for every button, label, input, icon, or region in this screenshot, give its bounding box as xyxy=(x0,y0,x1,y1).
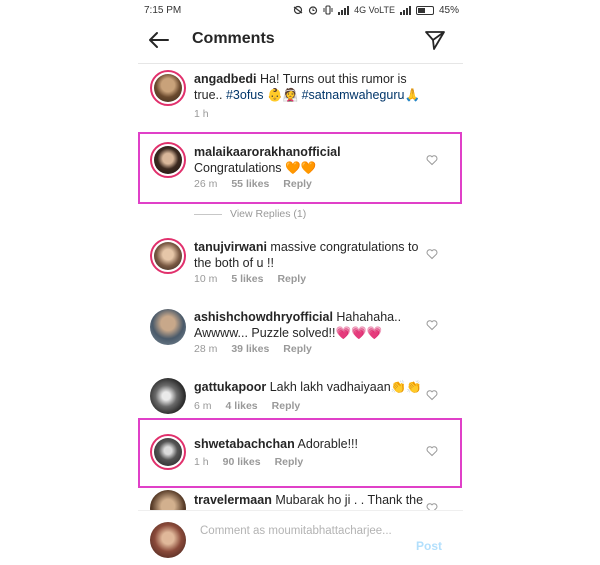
sync-icon xyxy=(293,5,303,15)
reply-button[interactable]: Reply xyxy=(277,273,306,285)
comment-time: 28 m xyxy=(194,343,218,355)
battery-icon xyxy=(415,5,434,15)
avatar[interactable] xyxy=(150,378,186,414)
comment-meta: 28 m 39 likes Reply xyxy=(194,343,312,355)
vibrate-icon xyxy=(323,5,333,15)
replies-line xyxy=(194,213,222,215)
comment-likes[interactable]: 4 likes xyxy=(226,400,258,412)
reply-button[interactable]: Reply xyxy=(283,343,312,355)
hashtag-link[interactable]: #3ofus xyxy=(226,88,264,102)
comment-likes[interactable]: 39 likes xyxy=(231,343,269,355)
comment-meta: 1 h xyxy=(194,108,209,120)
comment-meta: 6 m 4 likes Reply xyxy=(194,400,300,412)
page-title: Comments xyxy=(192,30,275,47)
avatar[interactable] xyxy=(150,238,186,274)
heart-icon[interactable] xyxy=(426,502,438,510)
signal-icon-2 xyxy=(399,5,411,15)
post-button[interactable]: Post xyxy=(416,539,442,553)
comment-username[interactable]: tanujvirwani xyxy=(194,240,267,254)
network-label: 4G VoLTE xyxy=(354,5,395,15)
user-avatar xyxy=(150,522,186,558)
battery-percent: 45% xyxy=(438,4,459,16)
comment-username[interactable]: angadbedi xyxy=(194,72,257,86)
avatar[interactable] xyxy=(150,309,186,345)
send-direct-icon[interactable] xyxy=(423,28,447,52)
comment-emoji: 🙏 xyxy=(404,88,421,102)
comments-header: Comments xyxy=(138,20,463,60)
comment-compose-bar: Comment as moumitabhattacharjee... Post xyxy=(138,510,463,565)
comment-username[interactable]: gattukapoor xyxy=(194,380,266,394)
comment-body: Mubarak ho ji . . Thank the xyxy=(275,493,424,507)
comment-text: gattukapoor Lakh lakh vadhaiyaan👏👏 xyxy=(194,379,433,395)
comment-item: tanujvirwani massive congratulations to … xyxy=(138,238,463,290)
comment-input[interactable]: Comment as moumitabhattacharjee... xyxy=(200,524,400,539)
reply-button[interactable]: Reply xyxy=(272,400,301,412)
comment-time: 6 m xyxy=(194,400,212,412)
comment-text: travelermaan Mubarak ho ji . . Thank the xyxy=(194,492,433,508)
comment-item: gattukapoor Lakh lakh vadhaiyaan👏👏 6 m 4… xyxy=(138,378,463,418)
signal-icon xyxy=(338,5,350,15)
highlight-box xyxy=(138,132,462,204)
comment-meta: 10 m 5 likes Reply xyxy=(194,273,306,285)
hashtag-link[interactable]: #satnamwaheguru xyxy=(302,88,405,102)
comment-emoji: 👶👰 xyxy=(266,88,299,102)
comment-text: tanujvirwani massive congratulations to … xyxy=(194,239,433,271)
comment-username[interactable]: ashishchowdhryofficial xyxy=(194,310,333,324)
view-replies-button[interactable]: View Replies (1) xyxy=(194,208,306,220)
comment-time: 10 m xyxy=(194,273,218,285)
back-arrow-icon[interactable] xyxy=(146,28,172,52)
alarm-icon xyxy=(309,6,318,15)
header-divider xyxy=(138,63,463,64)
avatar[interactable] xyxy=(150,490,186,510)
view-replies-label: View Replies (1) xyxy=(230,208,307,220)
comment-item: ashishchowdhryofficial Hahahaha.. Awwww.… xyxy=(138,309,463,361)
comment-body: Lakh lakh vadhaiyaan👏👏 xyxy=(269,380,422,394)
comment-time: 1 h xyxy=(194,108,209,120)
comment-likes[interactable]: 5 likes xyxy=(231,273,263,285)
comment-text: ashishchowdhryofficial Hahahaha.. Awwww.… xyxy=(194,309,433,341)
status-time: 7:15 PM xyxy=(144,4,182,16)
avatar[interactable] xyxy=(150,70,186,106)
status-icons: 4G VoLTE 45% xyxy=(293,5,459,16)
caption-comment: angadbedi Ha! Turns out this rumor is tr… xyxy=(138,70,463,122)
heart-icon[interactable] xyxy=(426,248,438,260)
comment-item: travelermaan Mubarak ho ji . . Thank the xyxy=(138,490,463,510)
highlight-box xyxy=(138,418,462,488)
heart-icon[interactable] xyxy=(426,389,438,401)
heart-icon[interactable] xyxy=(426,319,438,331)
comment-text: angadbedi Ha! Turns out this rumor is tr… xyxy=(194,71,433,103)
status-bar: 7:15 PM 4G VoLTE 45% xyxy=(138,0,463,20)
comment-username[interactable]: travelermaan xyxy=(194,493,272,507)
